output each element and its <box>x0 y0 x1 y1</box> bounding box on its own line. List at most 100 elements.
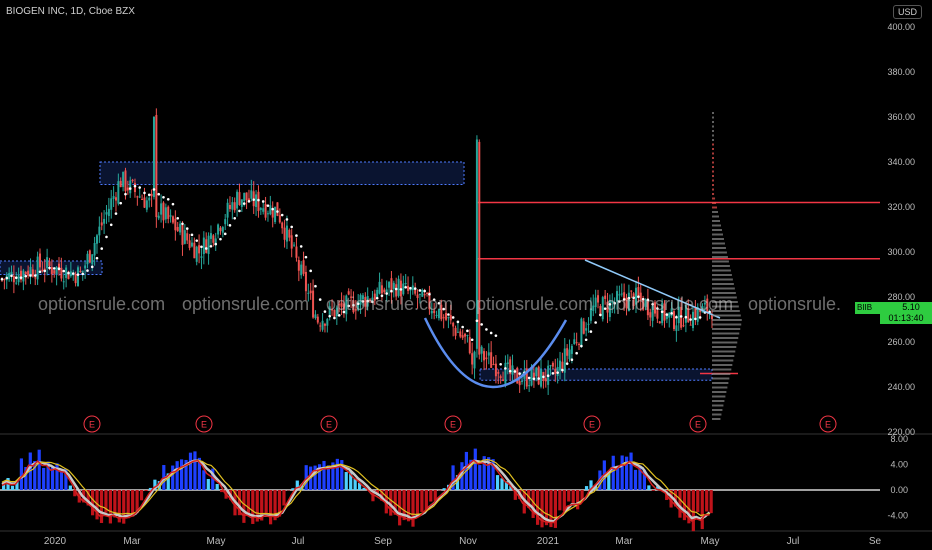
volume-profile-bar <box>712 319 742 321</box>
candle-body <box>81 270 84 273</box>
oscillator-bar <box>269 490 273 525</box>
candle-body <box>452 322 455 327</box>
volume-profile-bar <box>712 386 728 389</box>
candle-body <box>95 235 98 244</box>
candle-body <box>494 363 497 377</box>
candle-body <box>114 197 117 201</box>
candle-body <box>86 253 89 265</box>
time-axis-label: Jul <box>787 536 800 547</box>
ma-dot <box>100 247 104 250</box>
ma-dot <box>181 222 184 226</box>
bar-countdown: 01:13:40 <box>888 313 924 323</box>
volume-profile-bar <box>712 116 714 119</box>
candle-body <box>117 181 120 204</box>
candle-body <box>490 352 493 368</box>
candle-body <box>107 208 110 216</box>
ma-dot <box>86 269 89 272</box>
candle-body <box>383 289 386 293</box>
oscillator-bar <box>540 490 544 528</box>
ma-dot <box>128 187 132 190</box>
candle-body <box>464 333 467 337</box>
candle-body <box>483 351 486 361</box>
candle-body <box>169 215 172 217</box>
price-axis-label: 280.00 <box>887 292 915 302</box>
ma-dot <box>546 374 550 378</box>
volume-profile-bar <box>712 328 741 330</box>
oscillator-bar <box>691 490 695 532</box>
volume-profile-bar <box>712 355 735 357</box>
candle-body <box>594 297 597 308</box>
candle-body <box>293 244 296 246</box>
currency-button[interactable]: USD <box>893 5 923 19</box>
ma-dot <box>599 313 602 317</box>
oscillator-bar <box>651 490 655 491</box>
volume-profile-bar <box>712 341 738 344</box>
ma-dot <box>105 235 108 239</box>
candle-body <box>456 331 459 333</box>
candle-body <box>442 317 445 319</box>
oscillator-bar <box>322 460 326 490</box>
ma-dot <box>24 274 28 278</box>
ma-dot <box>276 210 279 213</box>
ma-dot <box>257 198 260 202</box>
candle-body <box>497 372 500 374</box>
price-axis-label: 380.00 <box>887 67 915 77</box>
ma-dot <box>219 237 222 241</box>
candle-body <box>24 271 27 275</box>
candle-body <box>69 271 72 277</box>
candle-body <box>228 204 231 209</box>
candle-body <box>285 225 288 242</box>
ma-dot <box>176 217 180 220</box>
ma-dot <box>470 338 474 342</box>
ma-dot <box>461 325 464 329</box>
oscillator-bar <box>696 490 700 513</box>
price-chart[interactable]: 220.00240.00260.00280.00300.00320.00340.… <box>0 0 932 550</box>
oscillator-bar <box>206 479 210 490</box>
price-axis-label: 360.00 <box>887 112 915 122</box>
oscillator-bar <box>335 458 339 490</box>
volume-profile-bar <box>712 161 714 164</box>
candle-body <box>53 270 56 274</box>
time-axis-label: Sep <box>374 536 392 547</box>
ma-dot <box>114 212 118 215</box>
candle-body <box>563 348 566 373</box>
candle-body <box>119 180 122 188</box>
oscillator-bar <box>571 490 575 506</box>
candle-body <box>76 267 79 287</box>
ma-dot <box>456 320 460 324</box>
oscillator-bar <box>282 490 286 506</box>
candle-body <box>245 192 248 201</box>
earnings-marker-label: E <box>326 420 332 430</box>
volume-profile-bar <box>712 382 729 384</box>
ma-dot <box>233 216 237 220</box>
volume-profile-bar <box>712 413 722 416</box>
candle-body <box>278 215 281 223</box>
candle-body <box>131 179 134 181</box>
ma-dot <box>542 375 545 379</box>
candle-body <box>231 202 234 210</box>
time-axis-label: Mar <box>123 536 141 547</box>
candle-body <box>518 381 521 386</box>
ma-dot <box>551 372 555 375</box>
candle-body <box>98 226 101 236</box>
oscillator-bar <box>442 488 446 490</box>
candle-body <box>143 197 146 208</box>
ma-dot <box>513 370 517 373</box>
earnings-marker-label: E <box>589 420 595 430</box>
volume-profile-bar <box>712 364 733 366</box>
volume-profile-bar <box>712 409 723 411</box>
candle-body <box>162 202 165 221</box>
oscillator-bar <box>620 455 624 490</box>
candle-body <box>274 206 277 223</box>
volume-profile-bar <box>712 112 714 114</box>
candle-body <box>492 364 495 366</box>
candle-body <box>38 253 41 268</box>
candle-body <box>160 203 163 215</box>
candle-body <box>243 192 246 201</box>
candle-body <box>506 362 509 365</box>
volume-profile-bar <box>712 157 714 159</box>
candle-body <box>580 318 583 347</box>
volume-profile-bar <box>712 359 734 362</box>
oscillator-bar <box>495 475 500 490</box>
time-axis-label: May <box>701 536 720 547</box>
